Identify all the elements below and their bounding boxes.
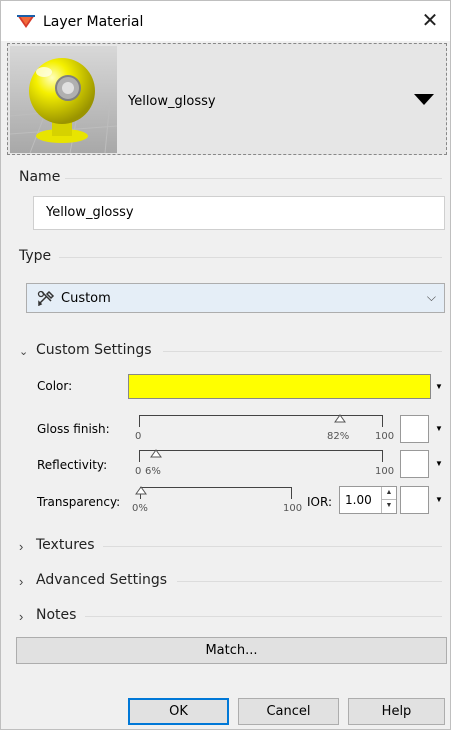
reflectivity-value-tick: 6% (145, 466, 161, 477)
advanced-settings-section-header[interactable]: Advanced Settings (36, 572, 167, 588)
name-group-divider (65, 178, 442, 179)
textures-divider (103, 546, 442, 547)
color-label: Color: (37, 379, 73, 393)
textures-section-header[interactable]: Textures (36, 537, 95, 553)
match-button[interactable]: Match... (16, 637, 447, 664)
ok-button[interactable]: OK (128, 698, 229, 725)
gloss-finish-label: Gloss finish: (37, 422, 110, 436)
window-title: Layer Material (43, 14, 144, 30)
close-button[interactable]: ✕ (410, 1, 450, 41)
chevron-down-icon[interactable]: ⌄ (19, 345, 28, 358)
gloss-value-tick: 82% (327, 431, 350, 442)
material-app-icon (17, 15, 35, 28)
material-type-value: Custom (61, 291, 111, 306)
reflectivity-label: Reflectivity: (37, 458, 108, 472)
triangle-down-icon[interactable] (414, 94, 434, 106)
gloss-slider-thumb[interactable] (334, 414, 346, 423)
color-dropdown-arrow-icon[interactable]: ▼ (435, 382, 443, 391)
transparency-max-tick: 100 (283, 503, 303, 514)
transparency-texture-slot[interactable] (400, 486, 429, 514)
ior-spin-buttons[interactable]: ▲ ▼ (381, 487, 396, 513)
transparency-slider[interactable] (135, 486, 292, 499)
transparency-slider-thumb[interactable] (135, 486, 147, 495)
custom-settings-divider (163, 351, 442, 352)
reflectivity-texture-slot[interactable] (400, 450, 429, 478)
gloss-max-tick: 100 (375, 431, 395, 442)
gloss-texture-slot[interactable] (400, 415, 429, 443)
type-group-label: Type (19, 248, 52, 264)
type-group-divider (59, 257, 442, 258)
reflectivity-min-tick: 0 (135, 466, 142, 477)
chevron-right-icon[interactable]: › (19, 574, 23, 589)
ior-spinbox[interactable]: 1.00 ▲ ▼ (339, 486, 397, 514)
notes-section-header[interactable]: Notes (36, 607, 76, 623)
gloss-finish-slider[interactable] (139, 414, 383, 427)
preview-material-name: Yellow_glossy (128, 94, 216, 109)
transparency-label: Transparency: (37, 495, 121, 509)
notes-divider (85, 616, 442, 617)
spin-down-icon[interactable]: ▼ (382, 500, 396, 513)
cancel-button[interactable]: Cancel (238, 698, 339, 725)
material-preview-panel[interactable]: Yellow_glossy (7, 43, 447, 155)
custom-material-icon (37, 290, 55, 306)
gloss-dropdown-arrow-icon[interactable]: ▼ (435, 424, 443, 433)
chevron-right-icon[interactable]: › (19, 609, 23, 624)
transparency-dropdown-arrow-icon[interactable]: ▼ (435, 495, 443, 504)
name-group-label: Name (19, 169, 61, 185)
reflectivity-slider-thumb[interactable] (150, 449, 162, 458)
reflectivity-slider[interactable] (139, 449, 383, 462)
transparency-value-tick: 0% (132, 503, 148, 514)
reflectivity-dropdown-arrow-icon[interactable]: ▼ (435, 459, 443, 468)
chevron-right-icon[interactable]: › (19, 539, 23, 554)
reflectivity-max-tick: 100 (375, 466, 395, 477)
ior-value[interactable]: 1.00 (345, 493, 372, 507)
material-thumbnail (10, 46, 117, 153)
material-type-select[interactable]: Custom ⌵ (26, 283, 445, 313)
help-button[interactable]: Help (348, 698, 445, 725)
custom-settings-header[interactable]: Custom Settings (36, 342, 152, 358)
layer-material-dialog: Layer Material ✕ Yellow_glossy Name Yell… (0, 0, 451, 730)
color-swatch[interactable] (128, 374, 431, 399)
advanced-settings-divider (177, 581, 442, 582)
gloss-min-tick: 0 (135, 431, 142, 442)
ior-label: IOR: (307, 495, 332, 509)
chevron-down-icon: ⌵ (426, 290, 436, 304)
material-name-input[interactable]: Yellow_glossy (33, 196, 445, 230)
title-bar: Layer Material ✕ (1, 1, 450, 41)
spin-up-icon[interactable]: ▲ (382, 487, 396, 500)
